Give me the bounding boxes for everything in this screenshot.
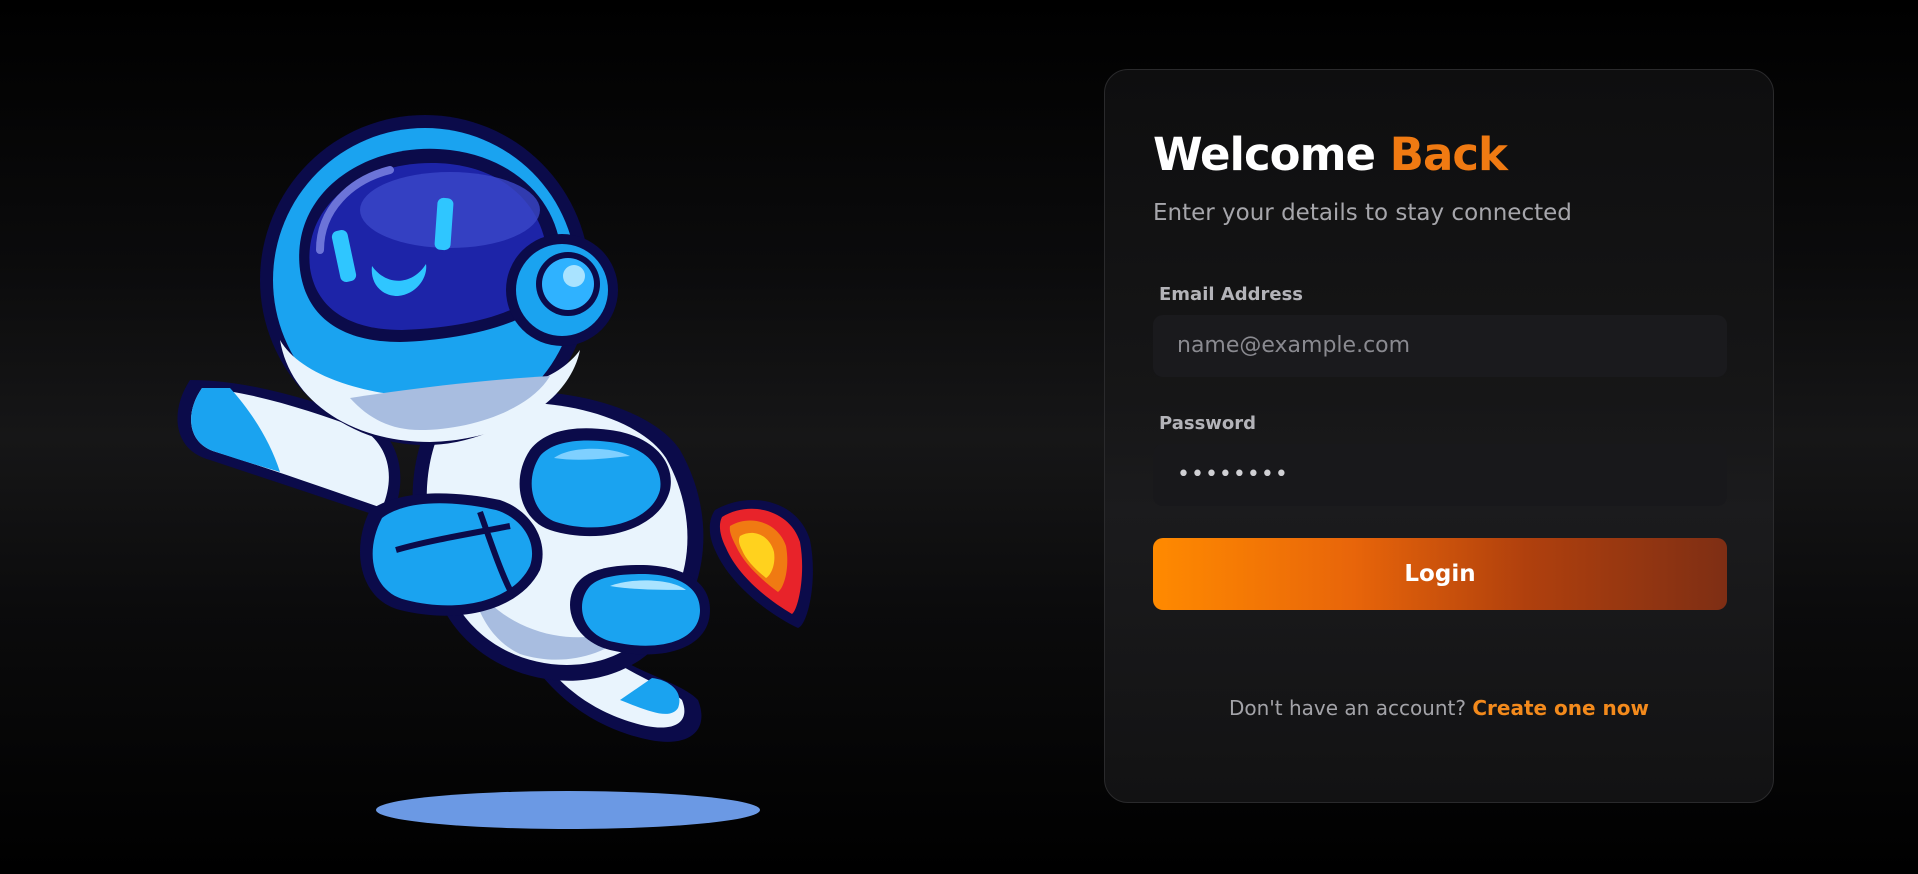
login-button[interactable]: Login	[1153, 537, 1727, 610]
email-label: Email Address	[1159, 283, 1304, 305]
title-main: Welcome	[1153, 128, 1376, 181]
signup-row: Don't have an account? Create one now	[1153, 696, 1725, 720]
create-account-link[interactable]: Create one now	[1472, 696, 1649, 720]
jet-flame-icon	[709, 500, 813, 628]
astronaut-mascot	[177, 115, 813, 829]
title-accent: Back	[1389, 128, 1508, 181]
login-card: Welcome Back Enter your details to stay …	[1104, 69, 1774, 803]
password-field[interactable]	[1153, 443, 1727, 506]
helmet-earpiece-icon	[506, 234, 618, 346]
password-label: Password	[1159, 412, 1257, 434]
email-field[interactable]	[1153, 314, 1727, 377]
subtitle: Enter your details to stay connected	[1153, 199, 1572, 226]
page-title: Welcome Back	[1153, 130, 1725, 180]
signup-prompt: Don't have an account?	[1228, 695, 1466, 720]
mascot-shadow	[376, 791, 760, 829]
